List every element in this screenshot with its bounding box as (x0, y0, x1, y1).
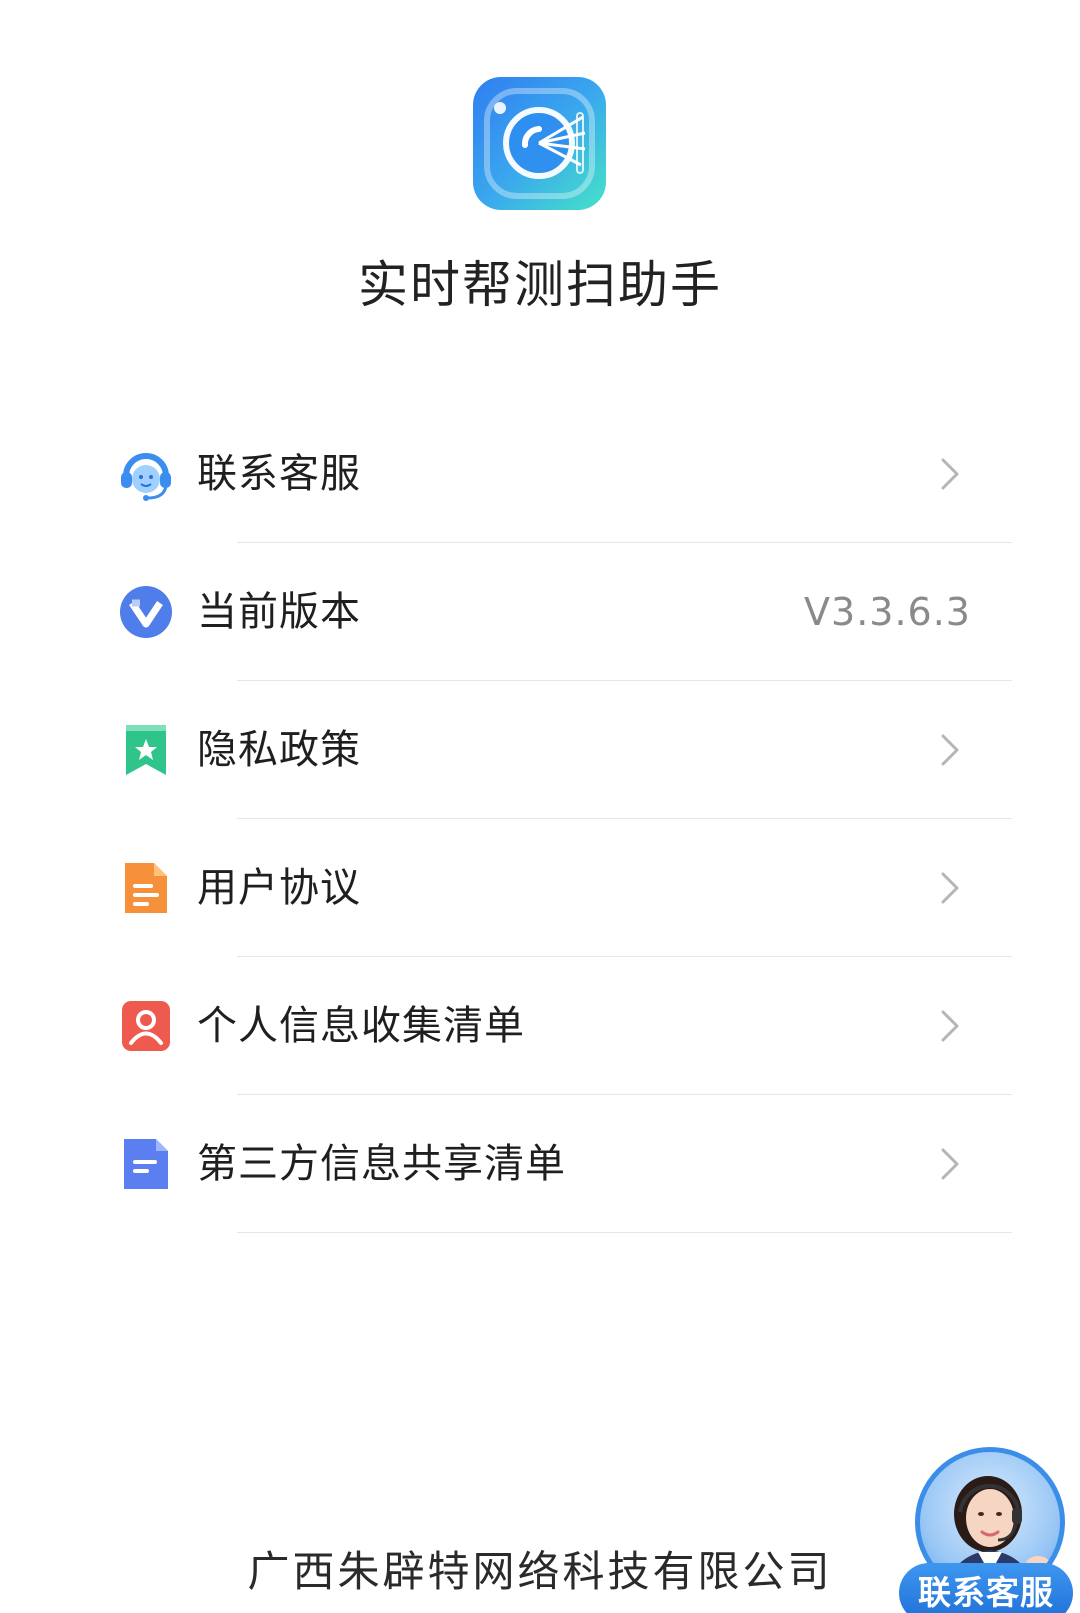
menu-item-third-party-sharing-list[interactable]: 第三方信息共享清单 (0, 1095, 1080, 1233)
chevron-right-icon (938, 1006, 962, 1046)
about-page: 实时帮测扫助手 联系客服 当前版本 V3.3.6.3 隐私政策 用户协议 个人信… (0, 0, 1080, 1613)
menu-item-current-version[interactable]: 当前版本 V3.3.6.3 (0, 543, 1080, 681)
document-icon (118, 860, 174, 916)
version-icon (118, 584, 174, 640)
chevron-right-icon (938, 868, 962, 908)
chevron-right-icon (938, 1144, 962, 1184)
chevron-right-icon (938, 730, 962, 770)
app-name: 实时帮测扫助手 (358, 256, 722, 314)
chevron-right-icon (938, 454, 962, 494)
menu-item-contact-service[interactable]: 联系客服 (0, 405, 1080, 543)
bookmark-star-icon (118, 722, 174, 778)
menu-item-label: 当前版本 (197, 589, 361, 635)
menu-item-label: 个人信息收集清单 (197, 1003, 525, 1049)
version-value: V3.3.6.3 (804, 590, 971, 634)
floating-customer-service-button[interactable]: 联系客服 (899, 1447, 1073, 1613)
menu-item-privacy-policy[interactable]: 隐私政策 (0, 681, 1080, 819)
doc-list-icon (118, 1136, 174, 1192)
menu-item-label: 隐私政策 (197, 727, 361, 773)
menu-item-label: 联系客服 (197, 451, 361, 497)
floating-service-label: 联系客服 (899, 1563, 1073, 1613)
menu-item-personal-info-list[interactable]: 个人信息收集清单 (0, 957, 1080, 1095)
menu-item-user-agreement[interactable]: 用户协议 (0, 819, 1080, 957)
settings-menu: 联系客服 当前版本 V3.3.6.3 隐私政策 用户协议 个人信息收集清单 第三… (0, 405, 1080, 1233)
menu-item-label: 用户协议 (197, 865, 361, 911)
app-logo-icon (473, 77, 606, 210)
person-icon (118, 998, 174, 1054)
menu-item-label: 第三方信息共享清单 (197, 1141, 566, 1187)
headset-icon (118, 446, 174, 502)
